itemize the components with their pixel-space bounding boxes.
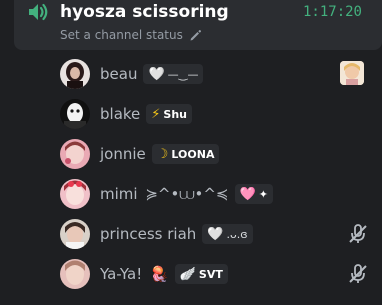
pencil-icon[interactable] [189,29,202,42]
avatar [60,139,90,169]
username-text: Ya-Ya! [100,265,143,283]
username-text: mimi [100,185,138,203]
channel-name[interactable]: hyosza scissoring [60,1,229,23]
username: beau [100,65,138,83]
username: jonnie [100,145,146,163]
muted-mic-icon [349,264,367,283]
voice-user-row[interactable]: blake ⚡ Shu [56,97,370,131]
activity-thumbnail[interactable] [340,61,364,85]
user-tag: ⚡ Shu [146,104,192,124]
voice-channel-panel: hyosza scissoring 1:17:20 Set a channel … [0,0,382,305]
lightning-icon: ⚡ [151,106,161,122]
username: Ya-Ya! 🪼 [100,264,169,284]
channel-status[interactable]: Set a channel status [60,27,202,43]
avatar [60,99,90,129]
jellyfish-icon: 🪼 [150,265,169,283]
username-suffix: ≽^•⩊•^≼ [145,185,229,203]
avatar [60,219,90,249]
tag-text: Shu [163,107,187,121]
username: princess riah [100,225,197,243]
heart-icon: 🤍 [148,66,165,82]
voice-channel-header[interactable]: hyosza scissoring 1:17:20 Set a channel … [14,0,382,50]
username: mimi ≽^•⩊•^≼ [100,184,229,204]
tag-text: LOONA [171,147,215,161]
voice-user-row[interactable]: princess riah 🤍 .ᴗ.ɞ [56,217,370,251]
sparkle-icon: ✦ [258,187,268,201]
voice-user-row[interactable]: beau 🤍 —‿— [56,57,370,91]
user-tag: 🪽 SVT [174,264,228,284]
avatar [60,259,90,289]
username: blake [100,105,141,123]
heart-icon: 🤍 [207,226,224,242]
pink-heart-icon: 🩷 [239,186,256,202]
voice-user-row[interactable]: Ya-Ya! 🪼 🪽 SVT [56,257,370,291]
wing-icon: 🪽 [179,266,196,282]
moon-icon: ☽ [156,146,169,162]
channel-status-placeholder: Set a channel status [60,28,183,42]
voice-user-row[interactable]: mimi ≽^•⩊•^≼ 🩷 ✦ [56,177,370,211]
avatar [60,59,90,89]
voice-user-list: beau 🤍 —‿— blake ⚡ Shu jonnie ☽ LOONA mi… [56,57,370,297]
tag-text: .ᴗ.ɞ [226,227,248,241]
avatar [60,179,90,209]
tag-text: SVT [198,267,223,281]
voice-user-row[interactable]: jonnie ☽ LOONA [56,137,370,171]
user-tag: 🤍 —‿— [143,64,204,84]
call-timer: 1:17:20 [302,4,362,20]
muted-mic-icon [349,224,367,243]
tag-text: —‿— [167,67,199,81]
user-tag: ☽ LOONA [151,144,220,164]
user-tag: 🤍 .ᴗ.ɞ [202,224,253,244]
speaker-icon [29,3,48,21]
user-tag: 🩷 ✦ [234,184,273,204]
